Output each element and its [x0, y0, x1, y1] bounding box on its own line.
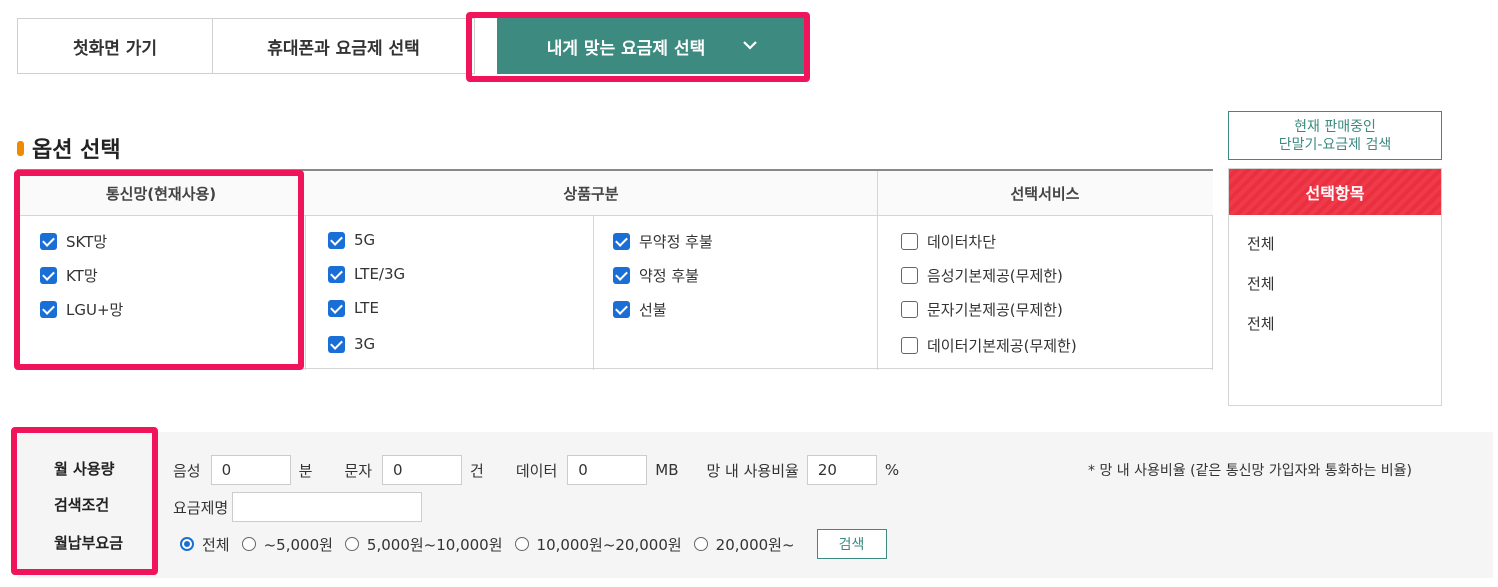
- fee-radio-over-20000[interactable]: 20,000원~: [693, 534, 795, 555]
- sms-unit: 건: [470, 461, 484, 480]
- sms-label: 문자: [344, 461, 373, 480]
- checkbox-checked-icon: [613, 267, 630, 284]
- search-condition-area: 월 사용량 검색조건 월납부요금 음성 0 분 문자 0 건 데이터 0 MB …: [17, 432, 1493, 578]
- current-phone-plan-search-button[interactable]: 현재 판매중인 단말기-요금제 검색: [1228, 111, 1442, 160]
- selected-item: 전체: [1247, 235, 1275, 253]
- divider: [593, 216, 594, 370]
- label-monthly-usage: 월 사용량: [54, 460, 115, 478]
- selected-items-panel: 선택항목 전체 전체 전체: [1228, 168, 1442, 406]
- usage-row: 음성 0 분 문자 0 건 데이터 0 MB 망 내 사용비율 20 %: [173, 455, 899, 485]
- radio-empty-icon: [344, 537, 359, 551]
- radio-empty-icon: [514, 537, 529, 551]
- fee-radio-5000-10000[interactable]: 5,000원~10,000원: [344, 534, 503, 555]
- checkbox-contract[interactable]: 약정 후불: [613, 265, 699, 286]
- section-title-text: 옵션 선택: [32, 138, 121, 163]
- chevron-down-icon: [743, 39, 758, 54]
- plan-name-label: 요금제명: [173, 498, 229, 517]
- plan-name-row: 요금제명: [173, 492, 423, 522]
- checkbox-checked-icon: [40, 267, 57, 284]
- radio-empty-icon: [693, 537, 708, 551]
- checkbox-5g[interactable]: 5G: [328, 231, 375, 249]
- checkbox-3g[interactable]: 3G: [328, 335, 375, 353]
- checkbox-checked-icon: [328, 231, 345, 249]
- search-button-line2: 단말기-요금제 검색: [1278, 136, 1392, 153]
- tab-my-plan-label: 내게 맞는 요금제 선택: [546, 38, 706, 59]
- checkbox-empty-icon: [901, 337, 918, 354]
- checkbox-empty-icon: [901, 233, 918, 250]
- tab-phone-plan[interactable]: 휴대폰과 요금제 선택: [213, 18, 475, 74]
- checkbox-checked-icon: [328, 335, 345, 353]
- checkbox-checked-icon: [613, 233, 630, 250]
- selected-item: 전체: [1247, 315, 1275, 333]
- plan-name-input[interactable]: [232, 492, 423, 522]
- checkbox-lte3g[interactable]: LTE/3G: [328, 265, 405, 283]
- search-button[interactable]: 검색: [816, 529, 887, 559]
- checkbox-lte[interactable]: LTE: [328, 299, 379, 317]
- voice-label: 음성: [173, 461, 201, 480]
- fee-radio-under-5000[interactable]: ~5,000원: [241, 534, 333, 555]
- radio-empty-icon: [241, 537, 256, 551]
- search-button-line1: 현재 판매중인: [1294, 118, 1376, 135]
- checkbox-data-unlimited[interactable]: 데이터기본제공(무제한): [901, 335, 1077, 356]
- label-monthly-fee: 월납부요금: [54, 534, 124, 552]
- checkbox-empty-icon: [901, 301, 918, 318]
- checkbox-checked-icon: [40, 233, 57, 250]
- selected-item: 전체: [1247, 275, 1275, 293]
- ratio-note: * 망 내 사용비율 (같은 통신망 가입자와 통화하는 비율): [1088, 463, 1413, 479]
- checkbox-empty-icon: [901, 267, 918, 284]
- ratio-label: 망 내 사용비율: [706, 461, 799, 480]
- fee-radio-10000-20000[interactable]: 10,000원~20,000원: [514, 534, 682, 555]
- checkbox-checked-icon: [613, 301, 630, 318]
- divider: [305, 216, 306, 370]
- checkbox-checked-icon: [40, 301, 57, 318]
- checkbox-kt[interactable]: KT망: [40, 265, 98, 286]
- checkbox-checked-icon: [328, 299, 345, 317]
- checkbox-no-contract[interactable]: 무약정 후불: [613, 231, 713, 252]
- voice-minutes-input[interactable]: 0: [210, 455, 291, 485]
- fee-range-row: 전체 ~5,000원 5,000원~10,000원 10,000원~20,000…: [180, 529, 887, 559]
- checkbox-sms-unlimited[interactable]: 문자기본제공(무제한): [901, 299, 1063, 320]
- checkbox-data-block[interactable]: 데이터차단: [901, 231, 996, 252]
- tab-phone-plan-label: 휴대폰과 요금제 선택: [267, 38, 420, 59]
- fee-radio-all[interactable]: 전체: [180, 534, 230, 555]
- tab-home-label: 첫화면 가기: [72, 38, 158, 59]
- checkbox-checked-icon: [328, 265, 345, 283]
- top-tabs: 첫화면 가기 휴대폰과 요금제 선택 내게 맞는 요금제 선택: [17, 18, 807, 74]
- in-network-ratio-input[interactable]: 20: [806, 455, 877, 485]
- service-header: 선택서비스: [877, 171, 1213, 216]
- selected-items-header: 선택항목: [1229, 169, 1441, 215]
- section-title: 옵션 선택: [17, 132, 121, 164]
- tab-my-plan[interactable]: 내게 맞는 요금제 선택: [497, 18, 807, 74]
- product-header: 상품구분: [305, 171, 877, 216]
- data-unit: MB: [655, 461, 679, 479]
- checkbox-prepaid[interactable]: 선불: [613, 299, 667, 320]
- data-label: 데이터: [515, 461, 558, 480]
- tab-home[interactable]: 첫화면 가기: [17, 18, 213, 74]
- checkbox-skt[interactable]: SKT망: [40, 231, 107, 252]
- checkbox-voice-unlimited[interactable]: 음성기본제공(무제한): [901, 265, 1063, 286]
- checkbox-lgu[interactable]: LGU+망: [40, 299, 123, 320]
- network-header: 통신망(현재사용): [17, 171, 305, 216]
- voice-unit: 분: [298, 461, 313, 480]
- divider: [877, 171, 878, 370]
- divider: [1212, 216, 1213, 370]
- ratio-unit: %: [884, 461, 900, 479]
- data-mb-input[interactable]: 0: [567, 455, 648, 485]
- option-table: 통신망(현재사용) 상품구분 선택서비스 SKT망 KT망 LGU+망 5G L…: [17, 169, 1213, 370]
- sms-count-input[interactable]: 0: [382, 455, 463, 485]
- label-search-condition: 검색조건: [54, 496, 110, 514]
- radio-selected-icon: [180, 537, 194, 551]
- title-bullet-icon: [17, 140, 24, 156]
